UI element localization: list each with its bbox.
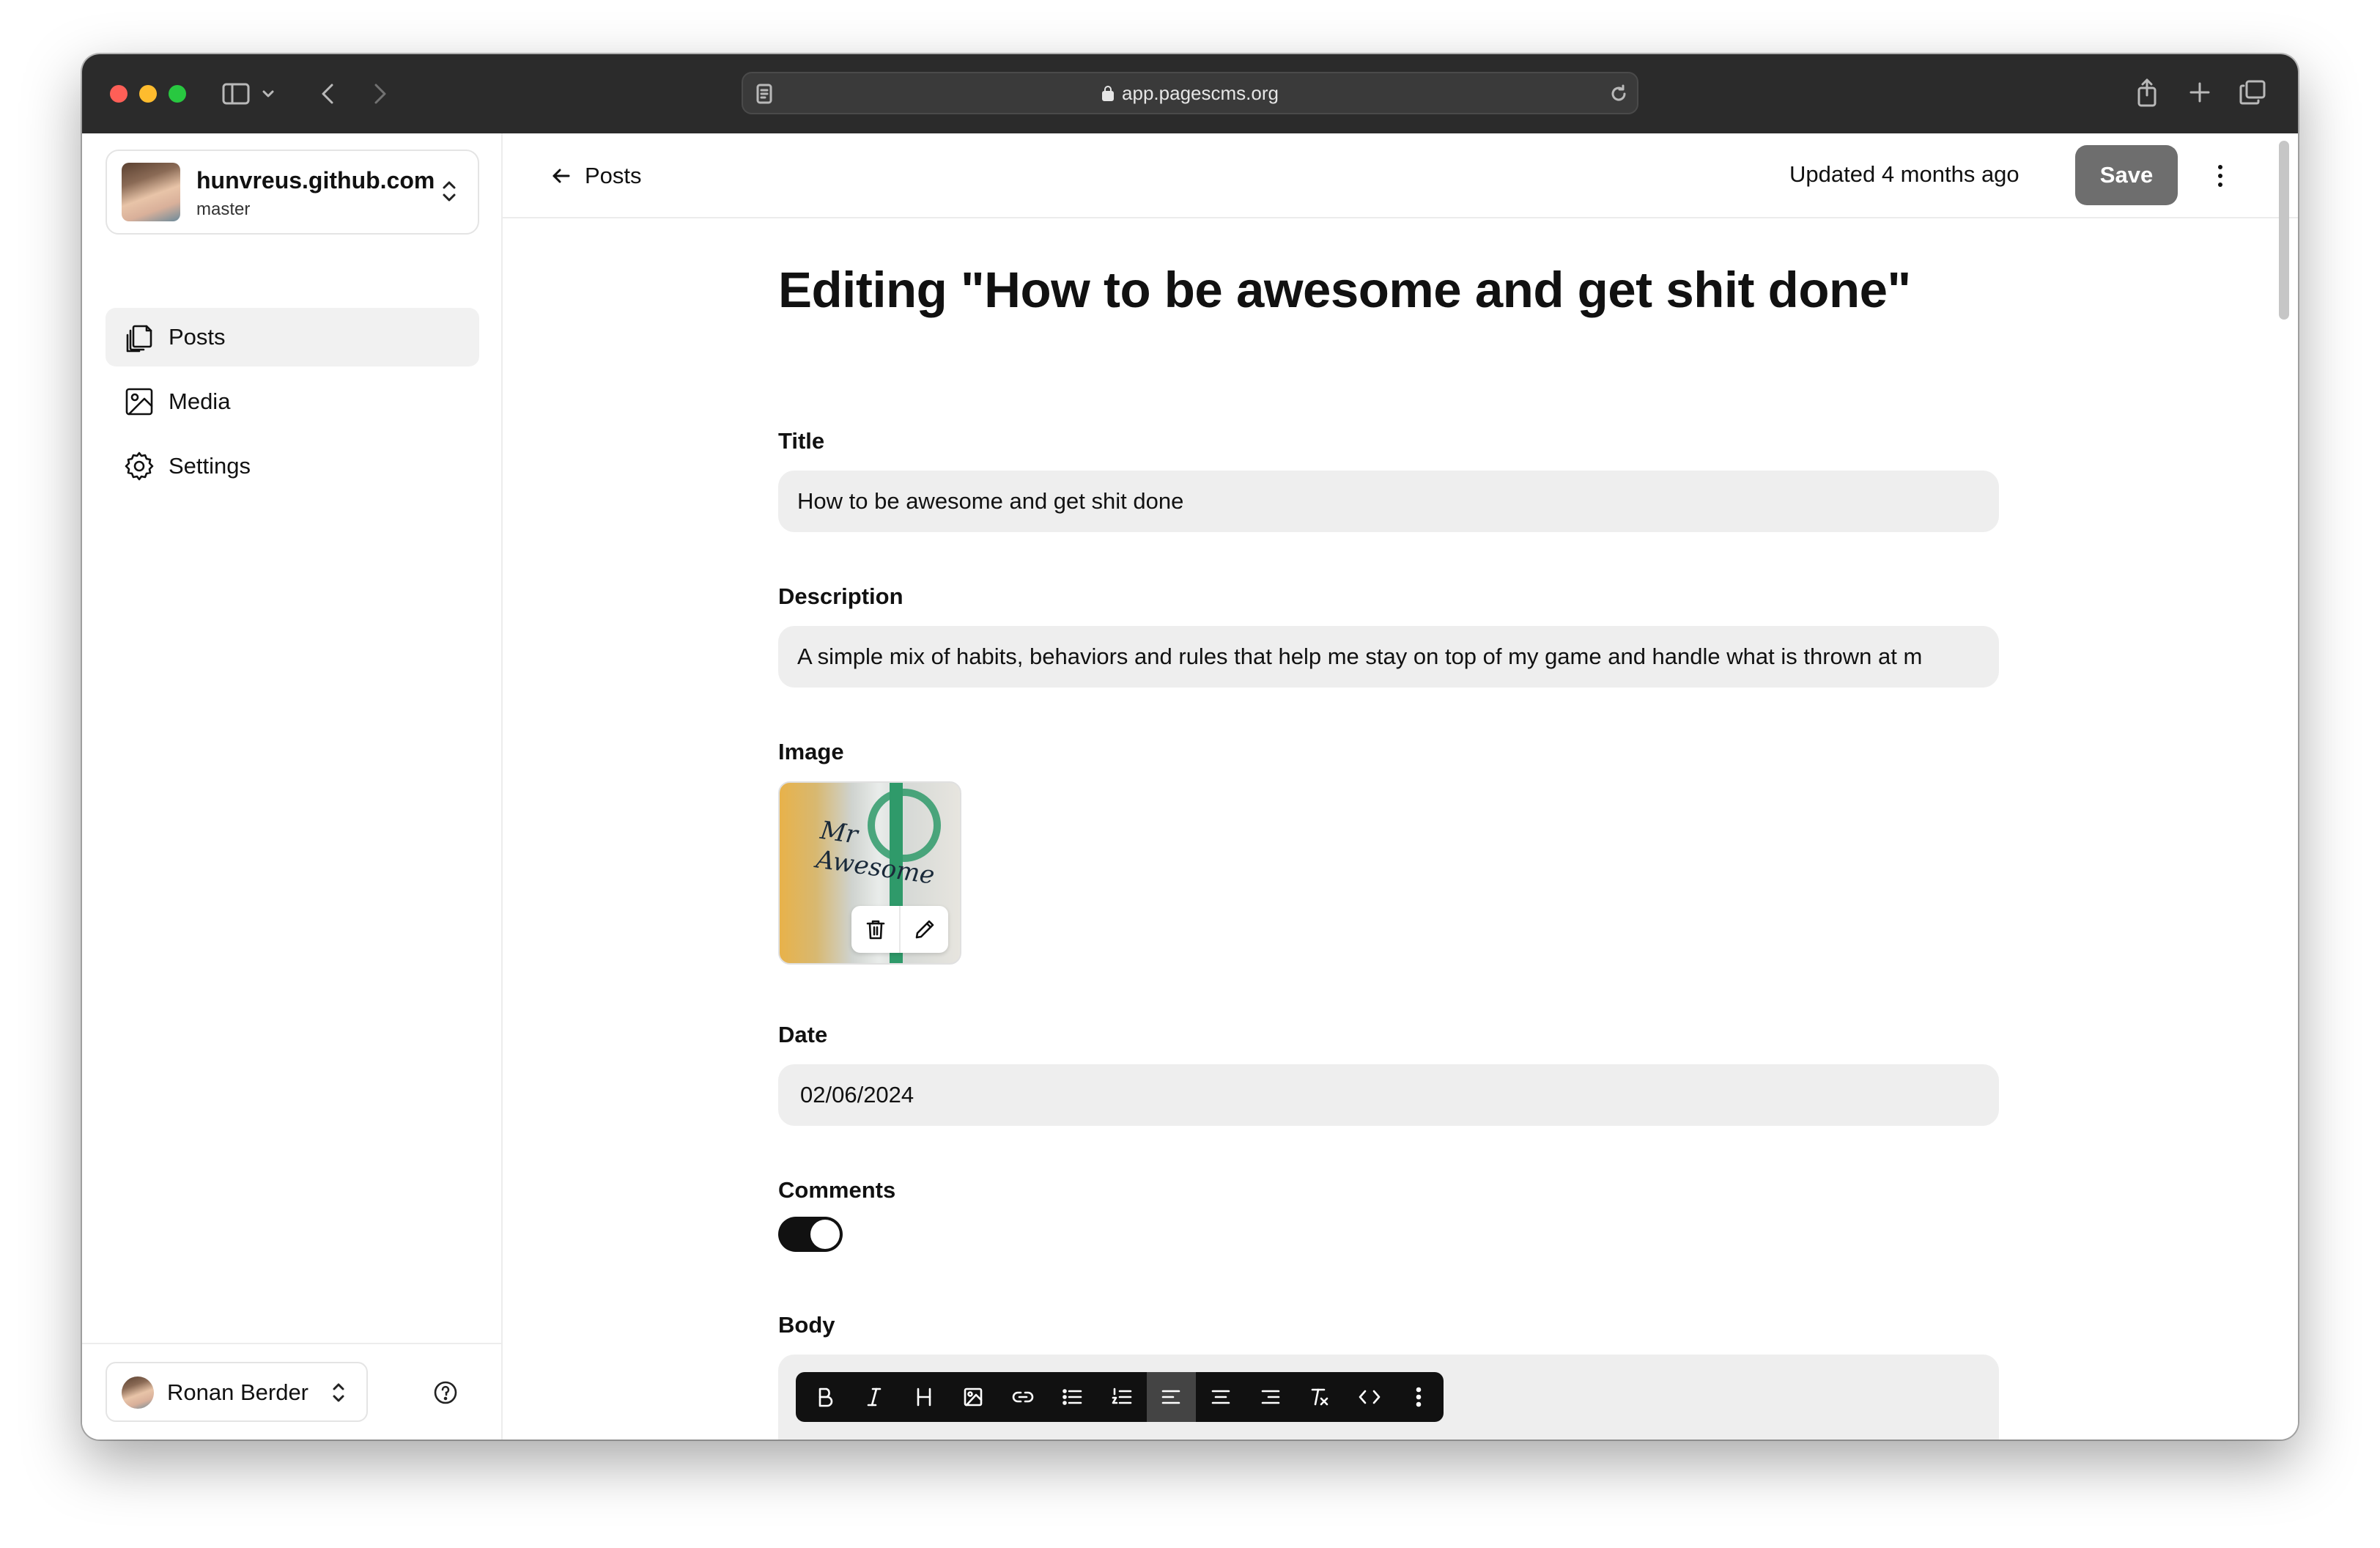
repo-switcher[interactable]: hunvreus.github.com master [106, 150, 479, 235]
sidebar-item-label: Posts [169, 324, 226, 350]
forward-arrow-icon[interactable] [369, 81, 391, 107]
minimize-window-button[interactable] [139, 85, 157, 103]
image-actions [851, 906, 948, 953]
code-icon[interactable] [1345, 1372, 1394, 1422]
zoom-window-button[interactable] [169, 85, 186, 103]
page-title: Editing "How to be awesome and get shit … [778, 262, 1911, 318]
user-name: Ronan Berder [167, 1379, 309, 1405]
repo-avatar [122, 163, 180, 221]
main-panel: Posts Updated 4 months ago Save Editing … [503, 133, 2298, 1440]
comments-toggle[interactable] [778, 1217, 843, 1252]
heading-icon[interactable] [899, 1372, 949, 1422]
delete-image-button[interactable] [851, 906, 899, 953]
body-label: Body [778, 1312, 835, 1338]
date-label: Date [778, 1022, 828, 1047]
title-input[interactable]: How to be awesome and get shit done [778, 471, 1999, 532]
user-avatar [122, 1376, 154, 1409]
lock-icon [1101, 84, 1115, 102]
pencil-icon [915, 920, 934, 939]
chevron-down-icon[interactable] [261, 84, 276, 104]
trash-icon [866, 920, 884, 940]
back-arrow-icon[interactable] [317, 81, 339, 107]
more-icon[interactable] [1394, 1372, 1444, 1422]
body-editor[interactable] [778, 1354, 1999, 1440]
url-display: app.pagescms.org [743, 73, 1637, 113]
image-preview[interactable]: Mr Awesome [778, 781, 961, 965]
help-icon[interactable] [432, 1379, 459, 1406]
clear-format-icon[interactable] [1295, 1372, 1345, 1422]
image-icon[interactable] [949, 1372, 999, 1422]
sidebar-footer: Ronan Berder [82, 1343, 501, 1440]
image-label: Image [778, 739, 844, 764]
user-menu-button[interactable]: Ronan Berder [106, 1362, 368, 1422]
toggle-knob [810, 1220, 840, 1249]
align-left-icon[interactable] [1146, 1372, 1197, 1422]
new-tab-icon[interactable] [2187, 79, 2213, 106]
updated-timestamp: Updated 4 months ago [1789, 161, 2019, 187]
editor-topbar: Posts Updated 4 months ago Save [503, 133, 2298, 218]
back-label: Posts [585, 163, 642, 188]
files-icon [123, 321, 155, 353]
title-label: Title [778, 428, 825, 454]
sidebar: hunvreus.github.com master Posts Media S… [82, 133, 503, 1440]
link-icon[interactable] [998, 1372, 1048, 1422]
sidebar-item-label: Settings [169, 453, 251, 479]
save-button[interactable]: Save [2075, 145, 2178, 205]
align-right-icon[interactable] [1246, 1372, 1296, 1422]
browser-window: app.pagescms.org hunvreus.github.com mas… [82, 54, 2298, 1440]
sidebar-toggle-icon[interactable] [221, 79, 251, 108]
reload-icon[interactable] [1608, 82, 1630, 106]
scrollbar[interactable] [2279, 141, 2289, 320]
description-label: Description [778, 583, 903, 609]
ordered-list-icon[interactable] [1097, 1372, 1147, 1422]
more-options-icon[interactable] [2216, 161, 2225, 191]
back-to-posts-link[interactable]: Posts [551, 161, 642, 191]
chevron-up-down-icon [441, 179, 457, 207]
image-icon [123, 386, 155, 418]
chevron-up-down-icon [331, 1381, 346, 1408]
edit-image-button[interactable] [899, 906, 948, 953]
bold-icon[interactable] [800, 1372, 850, 1422]
sidebar-item-media[interactable]: Media [106, 372, 479, 431]
date-input[interactable]: 02/06/2024 [778, 1064, 1999, 1126]
rich-text-toolbar [796, 1372, 1444, 1422]
browser-toolbar: app.pagescms.org [82, 54, 2298, 133]
repo-branch: master [196, 199, 251, 219]
arrow-left-icon [552, 169, 570, 183]
address-bar[interactable]: app.pagescms.org [742, 72, 1638, 114]
align-center-icon[interactable] [1196, 1372, 1246, 1422]
gear-icon [123, 450, 155, 482]
url-text: app.pagescms.org [1122, 81, 1279, 104]
share-icon[interactable] [2134, 76, 2160, 108]
sidebar-item-label: Media [169, 388, 231, 414]
comments-label: Comments [778, 1177, 896, 1203]
description-input[interactable]: A simple mix of habits, behaviors and ru… [778, 626, 1999, 688]
sidebar-item-posts[interactable]: Posts [106, 308, 479, 366]
close-window-button[interactable] [110, 85, 128, 103]
italic-icon[interactable] [850, 1372, 900, 1422]
repo-name: hunvreus.github.com [196, 167, 435, 194]
bullet-list-icon[interactable] [1048, 1372, 1098, 1422]
tab-overview-icon[interactable] [2238, 79, 2267, 106]
sidebar-item-settings[interactable]: Settings [106, 437, 479, 495]
